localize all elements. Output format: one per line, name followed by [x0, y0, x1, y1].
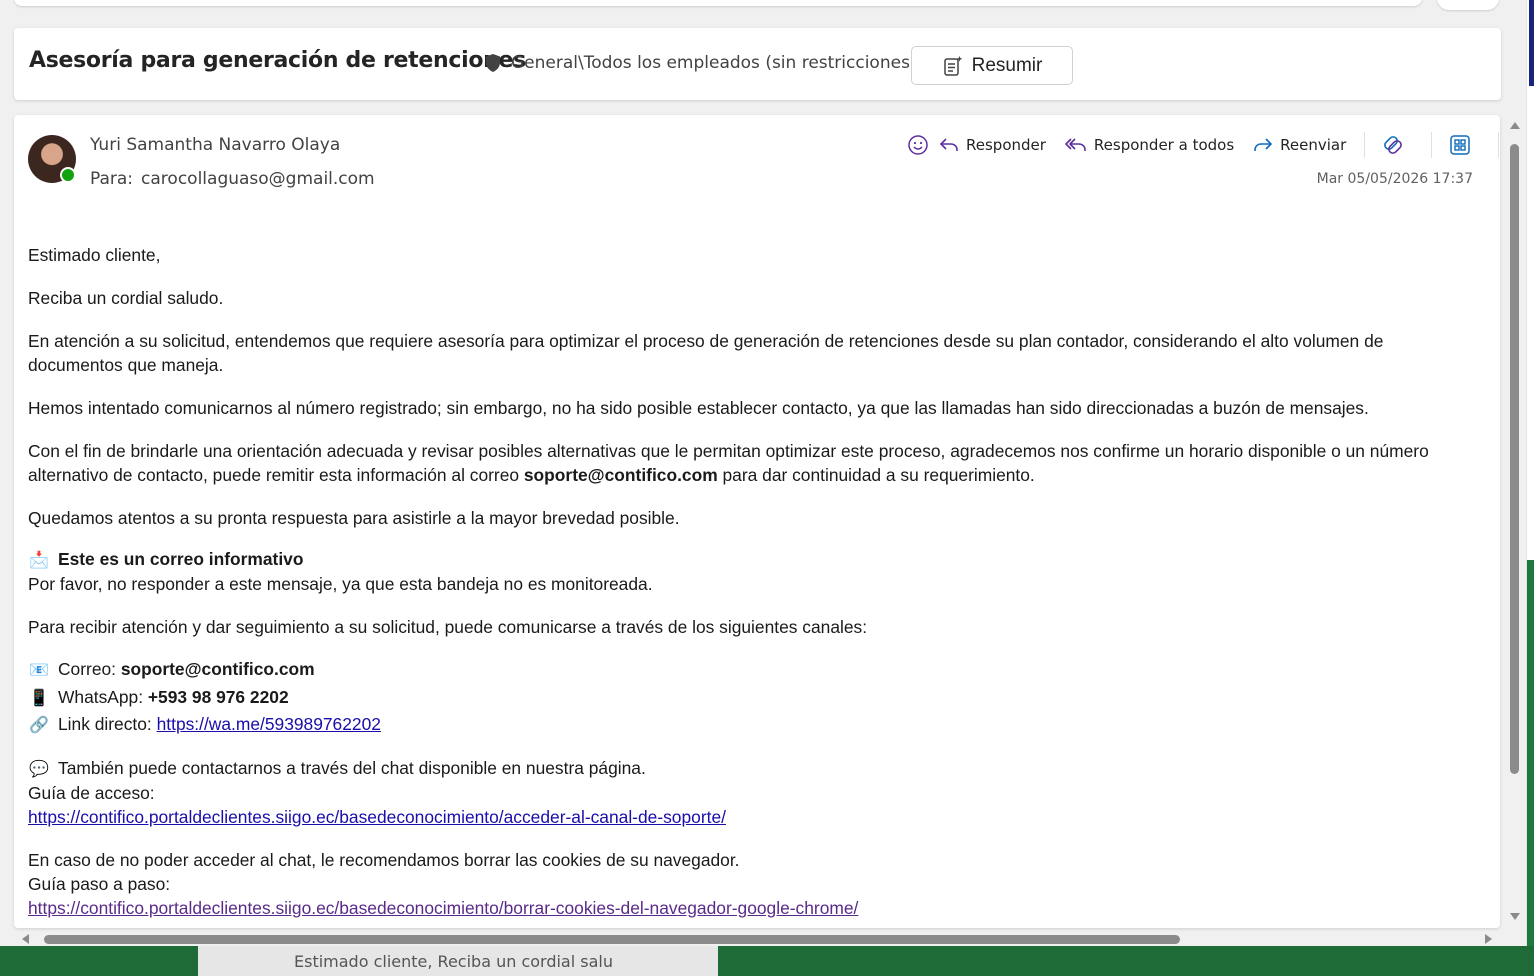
sensitivity-label[interactable]: General\Todos los empleados (sin restric…	[511, 53, 917, 73]
body-greeting: Estimado cliente,	[28, 245, 161, 265]
vertical-scrollbar[interactable]	[1507, 116, 1523, 924]
reply-all-label: Responder a todos	[1093, 136, 1235, 154]
loop-button[interactable]	[1379, 131, 1407, 159]
summarize-icon	[943, 55, 962, 76]
contact-email: 📧 Correo: soporte@contifico.com	[28, 656, 1478, 684]
guide-label: Guía de acceso:	[28, 782, 155, 803]
cookies-guide-link[interactable]: https://contifico.portaldeclientes.siigo…	[28, 898, 858, 918]
speech-bubble-icon: 💬	[29, 758, 49, 778]
email-subject: Asesoría para generación de retenciones	[29, 48, 526, 73]
apps-button[interactable]	[1446, 131, 1474, 159]
message-card: Yuri Samantha Navarro Olaya Para: carocol…	[14, 115, 1500, 928]
email-icon: 📧	[29, 660, 49, 679]
contact-link: 🔗 Link directo: https://wa.me/59398976220…	[28, 711, 1478, 739]
forward-icon	[1254, 138, 1273, 151]
apps-icon	[1450, 135, 1471, 155]
link-icon: 🔗	[29, 715, 49, 734]
horizontal-scrollbar[interactable]	[14, 930, 1500, 946]
recipient-line: Para: carocollaguaso@gmail.com	[90, 169, 375, 189]
horizontal-scroll-thumb[interactable]	[44, 935, 1180, 944]
background-window: Estimado cliente, Reciba un cordial salu	[0, 946, 1534, 976]
support-email-inline: soporte@contifico.com	[523, 465, 718, 485]
smiley-icon	[908, 135, 928, 155]
reply-icon	[939, 138, 958, 151]
top-strip	[0, 0, 1534, 24]
toolbar-pill[interactable]	[1437, 0, 1499, 10]
scroll-down-arrow-icon[interactable]	[1510, 913, 1520, 920]
message-body: Estimado cliente, Reciba un cordial salu…	[28, 243, 1478, 920]
whatsapp-link[interactable]: https://wa.me/593989762202	[157, 714, 381, 734]
react-button[interactable]	[904, 131, 932, 159]
search-bar-edge[interactable]	[14, 0, 1422, 6]
scroll-right-arrow-icon[interactable]	[1485, 934, 1492, 944]
info-heading: 📩 Este es un correo informativo	[28, 547, 1478, 572]
support-guide-link[interactable]: https://contifico.portaldeclientes.siigo…	[28, 807, 726, 827]
vertical-scroll-thumb[interactable]	[1510, 144, 1519, 774]
scroll-left-arrow-icon[interactable]	[22, 934, 29, 944]
summarize-button[interactable]: Resumir	[911, 46, 1073, 85]
body-salute: Reciba un cordial saludo.	[28, 288, 224, 308]
body-paragraph-3: Con el fin de brindarle una orientación …	[28, 441, 1429, 485]
summarize-label: Resumir	[971, 54, 1043, 76]
recipient-address[interactable]: carocollaguaso@gmail.com	[141, 169, 375, 189]
body-paragraph-4: Quedamos atentos a su pronta respuesta p…	[28, 508, 680, 528]
loop-icon	[1384, 136, 1403, 154]
message-preview[interactable]: Estimado cliente, Reciba un cordial salu	[198, 946, 718, 976]
shield-icon	[486, 54, 500, 72]
forward-label: Reenviar	[1280, 136, 1347, 154]
message-preview-text: Estimado cliente, Reciba un cordial salu	[294, 952, 613, 971]
reply-label: Responder	[966, 136, 1046, 154]
contact-whatsapp: 📱 WhatsApp: +593 98 976 2202	[28, 684, 1478, 712]
to-label: Para:	[90, 169, 134, 189]
forward-button[interactable]: Reenviar	[1252, 135, 1346, 155]
reply-all-icon	[1064, 138, 1086, 151]
subject-header: Asesoría para generación de retenciones …	[14, 28, 1501, 100]
cookies-text: En caso de no poder acceder al chat, le …	[28, 849, 740, 870]
body-paragraph-1: En atención a su solicitud, entendemos q…	[28, 331, 1384, 375]
inbox-tray-icon: 📩	[29, 550, 49, 569]
chat-text: 💬 También puede contactarnos a través del…	[28, 756, 1478, 781]
reply-button[interactable]: Responder	[938, 135, 1046, 155]
body-paragraph-2: Hemos intentado comunicarnos al número r…	[28, 398, 1369, 418]
message-date: Mar 05/05/2026 17:37	[1316, 171, 1473, 187]
phone-icon: 📱	[29, 687, 49, 707]
step-guide-label: Guía paso a paso:	[28, 873, 171, 894]
info-text: Por favor, no responder a este mensaje, …	[28, 574, 653, 594]
background-window-edge	[1526, 0, 1534, 976]
scroll-up-arrow-icon[interactable]	[1510, 122, 1520, 129]
presence-available-icon	[60, 167, 76, 183]
reply-all-button[interactable]: Responder a todos	[1064, 135, 1234, 155]
sender-name[interactable]: Yuri Samantha Navarro Olaya	[90, 135, 340, 155]
channels-intro: Para recibir atención y dar seguimiento …	[28, 617, 868, 637]
message-actions: Responder Responder a todos Reenviar	[904, 130, 1500, 160]
